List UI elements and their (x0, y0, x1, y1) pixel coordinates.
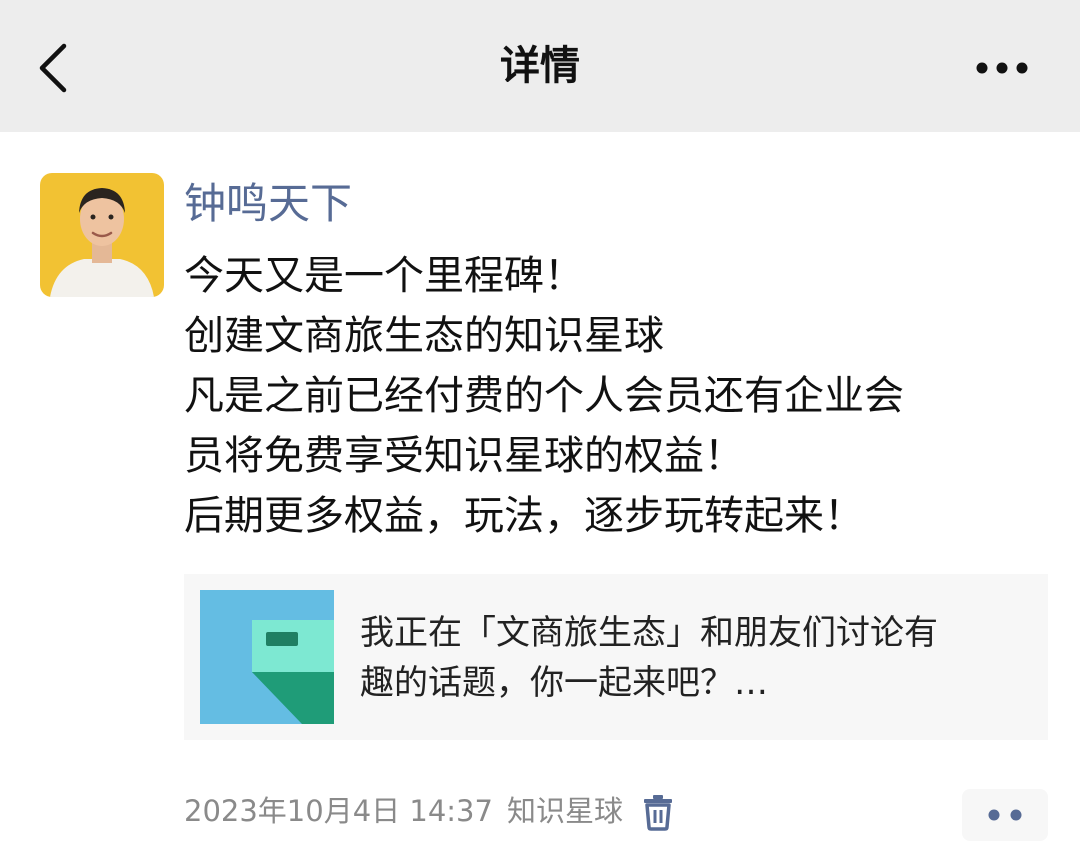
card-text-line: 我正在「文商旅生态」和朋友们讨论有 (360, 613, 938, 653)
post-text-line: 员将免费享受知识星球的权益！ (184, 433, 744, 479)
avatar-photo (40, 173, 164, 297)
page-title: 详情 (500, 43, 580, 89)
author-name[interactable]: 钟鸣天下 (184, 176, 352, 232)
post-timestamp: 2023年10月4日 14:37 (184, 794, 493, 828)
share-card-link[interactable]: 我正在「文商旅生态」和朋友们讨论有 趣的话题，你一起来吧？… (184, 574, 1048, 740)
knowledge-planet-logo (200, 590, 334, 724)
more-dots-icon (988, 809, 1022, 821)
trash-icon (643, 795, 672, 831)
post-text-line: 创建文商旅生态的知识星球 (184, 313, 664, 359)
more-horizontal-icon (976, 62, 1028, 74)
back-button[interactable] (28, 36, 88, 100)
post-source[interactable]: 知识星球 (507, 788, 623, 834)
post-text-line: 今天又是一个里程碑！ (184, 253, 584, 299)
card-thumbnail (200, 590, 334, 724)
card-text-line: 趣的话题，你一起来吧？… (360, 663, 768, 703)
post-content: 今天又是一个里程碑！ 创建文商旅生态的知识星球 凡是之前已经付费的个人会员还有企… (184, 246, 1044, 546)
avatar[interactable] (40, 173, 164, 297)
post-text-line: 凡是之前已经付费的个人会员还有企业会 (184, 373, 904, 419)
post-text-line: 后期更多权益，玩法，逐步玩转起来！ (184, 493, 864, 539)
delete-button[interactable] (641, 791, 675, 831)
post-meta: 2023年10月4日 14:37 知识星球 (184, 788, 675, 834)
like-comment-button[interactable] (962, 789, 1048, 841)
more-button[interactable] (972, 50, 1042, 86)
card-description: 我正在「文商旅生态」和朋友们讨论有 趣的话题，你一起来吧？… (360, 608, 1030, 708)
chevron-left-icon (39, 43, 67, 93)
navigation-bar: 详情 (0, 0, 1080, 132)
